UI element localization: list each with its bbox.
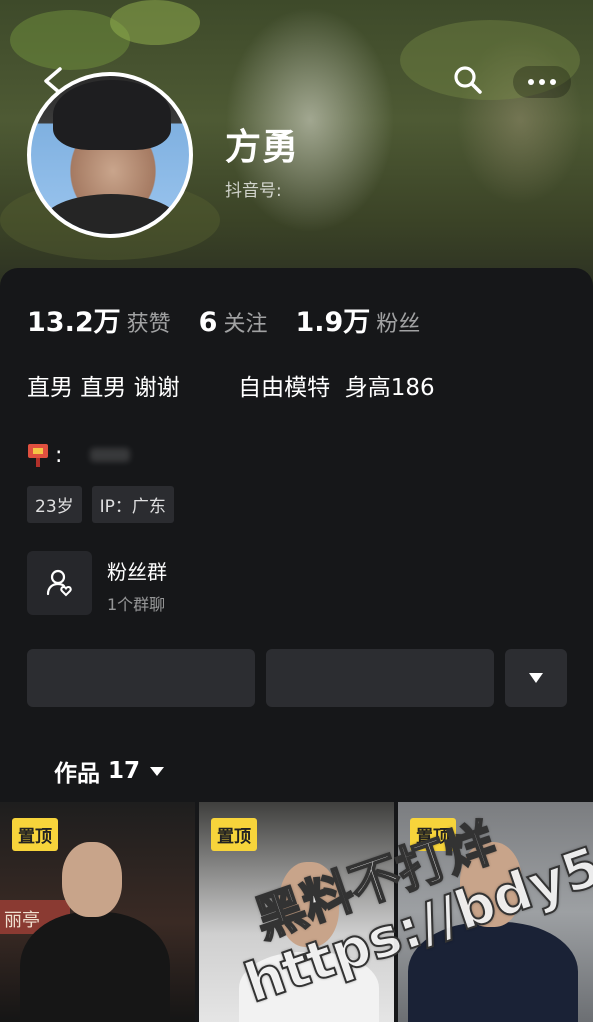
- fan-group-title[interactable]: 粉丝群: [107, 556, 167, 585]
- tab-works[interactable]: 作品 17: [54, 754, 165, 788]
- tab-works-count: 17: [108, 758, 141, 784]
- stat-likes-value: 13.2万: [27, 307, 121, 338]
- tab-works-label: 作品: [54, 761, 100, 787]
- profile-bio: 直男 直男 谢谢 自由模特 身高186: [27, 375, 435, 401]
- stat-following-label: 关注: [223, 312, 268, 337]
- more-dot-icon: [550, 79, 556, 85]
- more-dot-icon: [539, 79, 545, 85]
- video-thumbnail[interactable]: 丽亭 置顶: [0, 802, 195, 1022]
- stat-likes[interactable]: 13.2万 获赞: [27, 300, 171, 339]
- more-dot-icon: [528, 79, 534, 85]
- fan-group-icon: [46, 569, 72, 597]
- contact-colon: :: [55, 442, 63, 468]
- profile-tags: 23岁 IP：广东: [27, 486, 174, 523]
- ip-location-tag: IP：广东: [91, 486, 174, 523]
- stat-likes-label: 获赞: [126, 312, 171, 337]
- search-icon[interactable]: [452, 64, 484, 96]
- age-tag: 23岁: [27, 486, 82, 523]
- action-button-primary[interactable]: [27, 649, 255, 707]
- more-options-button[interactable]: [513, 66, 571, 98]
- expand-dropdown-button[interactable]: [505, 649, 567, 707]
- fan-group-subtitle: 1个群聊: [107, 595, 166, 614]
- contact-row[interactable]: :: [27, 442, 131, 468]
- triangle-down-icon: [529, 673, 543, 683]
- action-button-secondary[interactable]: [266, 649, 494, 707]
- douyin-id-label[interactable]: 抖音号:: [225, 176, 282, 201]
- stat-following[interactable]: 6 关注: [199, 306, 268, 338]
- stat-followers-value: 1.9万: [295, 307, 371, 338]
- mailbox-icon: [28, 444, 48, 467]
- profile-name: 方勇: [225, 127, 300, 168]
- stat-followers[interactable]: 1.9万 粉丝: [295, 300, 420, 339]
- caret-down-icon: [150, 766, 165, 776]
- fan-group-icon-box[interactable]: [27, 551, 92, 615]
- pinned-badge: 置顶: [12, 818, 58, 851]
- stat-followers-label: 粉丝: [376, 312, 421, 337]
- profile-stats: 13.2万 获赞 6 关注 1.9万 粉丝: [27, 300, 448, 339]
- profile-avatar[interactable]: [27, 72, 193, 238]
- contact-blurred-value: [90, 448, 131, 462]
- stat-following-value: 6: [198, 307, 218, 338]
